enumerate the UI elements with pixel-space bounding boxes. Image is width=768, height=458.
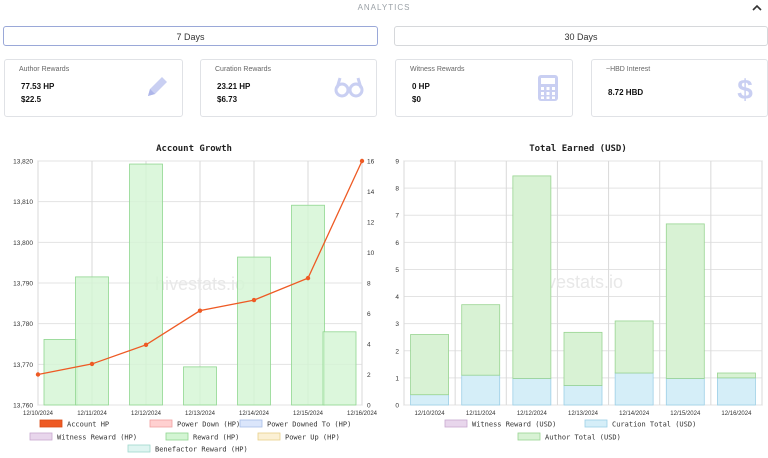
y-right-tick-label: 2 (367, 372, 371, 379)
account-growth-chart: 13,760 13,770 13,780 13,790 13,800 13,810 13,8… (13, 159, 378, 454)
legend-swatch (257, 432, 281, 441)
legend-swatch (444, 419, 468, 428)
reward-bar (322, 331, 357, 406)
watermark-text: hivestats.io (155, 274, 245, 294)
y-tick-label: 6 (395, 240, 399, 247)
y-tick-label: 3 (395, 321, 399, 328)
curation-bar (461, 374, 501, 406)
x-tick-label: 12/10/2024 (415, 411, 446, 417)
y-tick-label: 5 (395, 267, 399, 274)
legend-swatch (39, 419, 63, 428)
curation-bar (512, 378, 552, 406)
curation-bar (410, 394, 449, 406)
legend-swatch (517, 432, 541, 441)
y-right-tick-label: 14 (367, 189, 375, 196)
y-tick-label: 9 (395, 159, 399, 166)
legend-swatch (239, 419, 263, 428)
y-right-tick-label: 4 (367, 342, 371, 349)
legend-swatch (584, 419, 608, 428)
legend-label: Witness Reward (USD) (472, 421, 556, 429)
x-tick-label: 12/14/2024 (239, 411, 270, 417)
legend-swatch (165, 432, 189, 441)
y-tick-label: 0 (395, 403, 399, 410)
reward-bar (183, 366, 217, 406)
author-bar (717, 372, 756, 379)
reward-bar (129, 163, 163, 406)
legend-label: Witness Reward (HP) (57, 434, 137, 442)
y-left-tick-label: 13,810 (13, 199, 33, 206)
reward-bar (75, 276, 109, 406)
x-tick-label: 12/12/2024 (131, 411, 162, 417)
x-tick-label: 12/11/2024 (466, 411, 496, 417)
y-tick-label: 7 (395, 213, 399, 220)
y-right-tick-label: 0 (367, 403, 371, 410)
x-tick-label: 12/14/2024 (619, 411, 650, 417)
y-left-tick-label: 13,790 (13, 281, 33, 288)
curation-bar (717, 377, 756, 406)
y-left-tick-label: 13,800 (13, 240, 33, 247)
x-tick-label: 12/15/2024 (293, 411, 324, 417)
y-right-tick-label: 10 (367, 250, 375, 257)
account-hp-point (251, 297, 257, 303)
x-tick-label: 12/12/2024 (517, 411, 548, 417)
author-bar (461, 304, 501, 376)
y-right-tick-label: 6 (367, 311, 371, 318)
account-hp-point (197, 308, 203, 313)
curation-bar (563, 385, 603, 406)
x-tick-label: 12/16/2024 (721, 411, 752, 417)
legend-swatch (127, 444, 151, 453)
y-tick-label: 4 (395, 294, 399, 301)
y-left-tick-label: 13,760 (13, 403, 33, 410)
author-bar (614, 320, 654, 374)
reward-bar (237, 256, 271, 406)
y-tick-label: 2 (395, 348, 399, 355)
y-right-tick-label: 8 (367, 281, 371, 288)
y-right-tick-label: 12 (367, 220, 375, 227)
legend-label: Curation Total (USD) (612, 421, 696, 429)
curation-bar (665, 378, 705, 406)
legend-swatch (29, 432, 53, 441)
x-tick-label: 12/13/2024 (568, 411, 599, 417)
x-tick-label: 12/16/2024 (347, 411, 378, 417)
author-bar (563, 331, 603, 386)
charts-canvas: 13,760 13,770 13,780 13,790 13,800 13,810 13,8… (13, 159, 763, 454)
legend-label: Power Downed To (HP) (267, 421, 351, 429)
author-bar (410, 334, 449, 396)
account-hp-point (89, 361, 95, 367)
legend-label: Reward (HP) (193, 434, 239, 442)
x-tick-label: 12/15/2024 (670, 411, 701, 417)
legend-label: Benefactor Reward (HP) (155, 446, 248, 454)
legend-label: Power Down (HP) (177, 421, 240, 429)
legend-label: Account HP (67, 421, 109, 429)
account-hp-point (143, 342, 149, 348)
y-left-tick-label: 13,820 (13, 159, 33, 166)
account-hp-point (359, 158, 365, 164)
curation-bar (614, 372, 654, 406)
legend-label: Power Up (HP) (285, 434, 340, 442)
legend-label: Author Total (USD) (545, 434, 621, 442)
account-hp-point (305, 275, 311, 281)
x-tick-label: 12/11/2024 (77, 411, 107, 417)
account-hp-point (35, 372, 41, 377)
y-left-tick-label: 13,780 (13, 321, 33, 328)
y-right-tick-label: 16 (367, 159, 375, 166)
y-tick-label: 1 (395, 375, 399, 382)
author-bar (512, 175, 552, 379)
x-tick-label: 12/10/2024 (23, 411, 54, 417)
y-left-tick-label: 13,770 (13, 362, 33, 369)
x-tick-label: 12/13/2024 (185, 411, 216, 417)
reward-bar (291, 204, 325, 406)
author-bar (665, 223, 705, 379)
legend-swatch (149, 419, 173, 428)
y-tick-label: 8 (395, 186, 399, 193)
total-earned-chart: 0 1 2 3 4 5 6 7 8 9 12/10/2024 12/11/2024 12/12/2024… (395, 159, 763, 442)
